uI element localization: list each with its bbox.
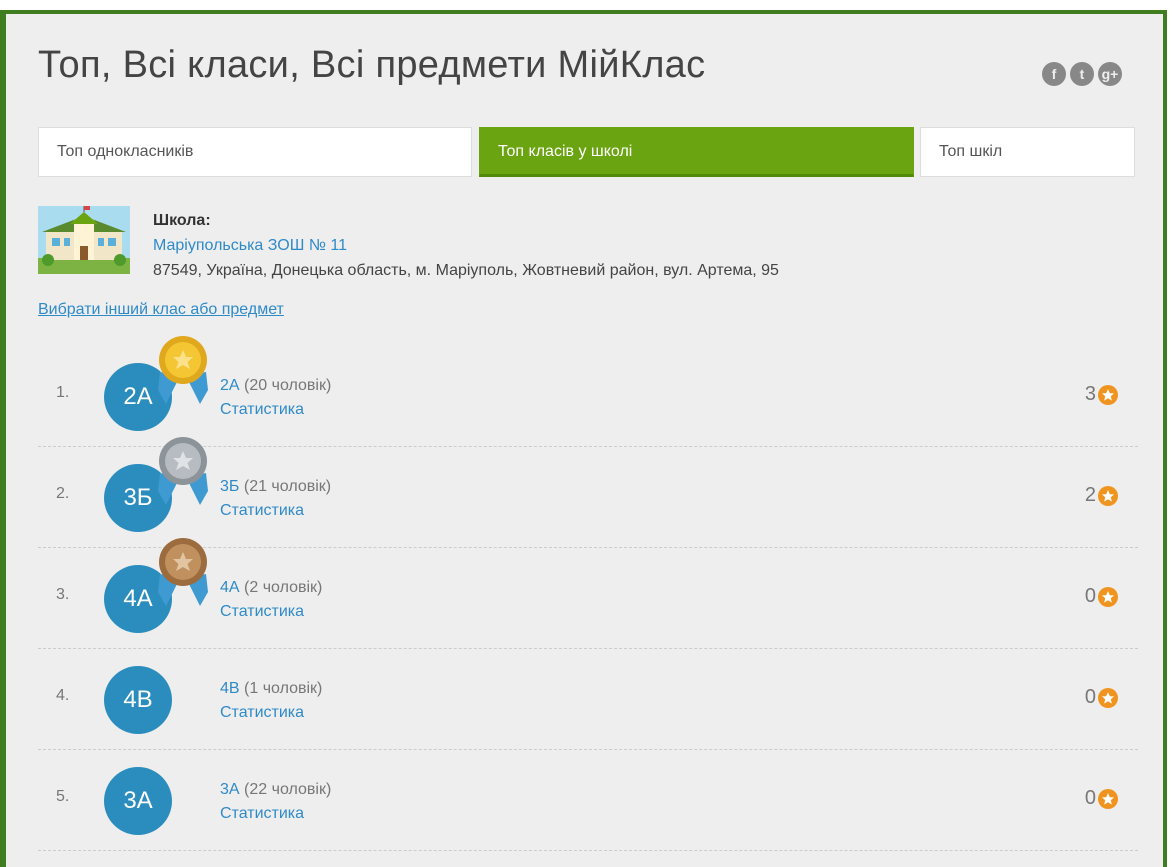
- star-icon: [1098, 586, 1118, 607]
- page-frame: Топ, Всі класи, Всі предмети МійКлас f t…: [0, 10, 1167, 867]
- school-address: 87549, Україна, Донецька область, м. Мар…: [153, 262, 779, 279]
- statistics-link[interactable]: Статистика: [220, 499, 331, 523]
- tab-classes[interactable]: Топ класів у школі: [479, 127, 914, 177]
- ranking-tabs: Топ однокласників Топ класів у школі Топ…: [38, 127, 1138, 177]
- class-people-count: (21 чоловік): [243, 478, 332, 495]
- score-value: 0: [1084, 787, 1096, 809]
- ranking-row: 2. 3Б 3Б (21 чоловік) Статистика 2: [38, 437, 1138, 548]
- class-score: 0: [1085, 686, 1118, 709]
- statistics-link[interactable]: Статистика: [220, 398, 331, 422]
- school-name-link[interactable]: Маріупольська ЗОШ № 11: [153, 237, 347, 254]
- school-card: Школа: Маріупольська ЗОШ № 11 87549, Укр…: [38, 206, 1138, 286]
- bronze-medal-icon: [158, 538, 208, 606]
- class-score: 0: [1085, 787, 1118, 810]
- star-icon: [1098, 788, 1118, 809]
- gold-medal-icon: [158, 336, 208, 404]
- rank-number: 1.: [56, 384, 70, 401]
- rank-number: 3.: [56, 586, 70, 603]
- score-value: 3: [1084, 383, 1096, 405]
- tab-schools[interactable]: Топ шкіл: [920, 127, 1135, 177]
- class-score: 2: [1085, 484, 1118, 507]
- social-links: f t g+: [1042, 62, 1122, 86]
- class-info: 4В (1 чоловік) Статистика: [220, 677, 322, 725]
- class-info: 4А (2 чоловік) Статистика: [220, 576, 322, 624]
- class-link[interactable]: 2А: [220, 377, 240, 394]
- facebook-icon[interactable]: f: [1042, 62, 1066, 86]
- class-info: 3А (22 чоловік) Статистика: [220, 778, 331, 826]
- score-value: 0: [1084, 585, 1096, 607]
- class-people-count: (20 чоловік): [244, 377, 332, 394]
- star-icon: [1098, 687, 1118, 708]
- google-plus-icon[interactable]: g+: [1098, 62, 1122, 86]
- school-info: Школа: Маріупольська ЗОШ № 11 87549, Укр…: [153, 208, 779, 283]
- class-avatar[interactable]: 3А: [104, 767, 172, 835]
- class-people-count: (2 чоловік): [244, 579, 323, 596]
- class-info: 2А (20 чоловік) Статистика: [220, 374, 331, 422]
- statistics-link[interactable]: Статистика: [220, 802, 331, 826]
- statistics-link[interactable]: Статистика: [220, 600, 322, 624]
- class-link[interactable]: 4А: [220, 579, 240, 596]
- rank-number: 4.: [56, 687, 70, 704]
- page-title: Топ, Всі класи, Всі предмети МійКлас: [38, 44, 706, 86]
- class-people-count: (22 чоловік): [244, 781, 332, 798]
- class-people-count: (1 чоловік): [244, 680, 323, 697]
- class-link[interactable]: 3А: [220, 781, 240, 798]
- silver-medal-icon: [158, 437, 208, 505]
- star-icon: [1098, 485, 1118, 506]
- rank-number: 5.: [56, 788, 70, 805]
- ranking-list: 1. 2А 2А (20 чоловік) Статистика 3 2. 3Б…: [38, 336, 1138, 851]
- class-link[interactable]: 4В: [220, 680, 240, 697]
- ranking-row: 3. 4А 4А (2 чоловік) Статистика 0: [38, 538, 1138, 649]
- school-building-icon: [38, 206, 130, 274]
- score-value: 0: [1084, 686, 1096, 708]
- score-value: 2: [1084, 484, 1096, 506]
- class-score: 0: [1085, 585, 1118, 608]
- ranking-row: 5. 3А 3А (22 чоловік) Статистика 0: [38, 750, 1138, 851]
- statistics-link[interactable]: Статистика: [220, 701, 322, 725]
- class-info: 3Б (21 чоловік) Статистика: [220, 475, 331, 523]
- tab-classmates[interactable]: Топ однокласників: [38, 127, 472, 177]
- class-score: 3: [1085, 383, 1118, 406]
- ranking-row: 1. 2А 2А (20 чоловік) Статистика 3: [38, 336, 1138, 447]
- class-avatar[interactable]: 4В: [104, 666, 172, 734]
- rank-number: 2.: [56, 485, 70, 502]
- class-link[interactable]: 3Б: [220, 478, 239, 495]
- school-label: Школа:: [153, 212, 211, 229]
- twitter-icon[interactable]: t: [1070, 62, 1094, 86]
- ranking-row: 4. 4В 4В (1 чоловік) Статистика 0: [38, 649, 1138, 750]
- choose-class-link[interactable]: Вибрати інший клас або предмет: [38, 301, 284, 319]
- star-icon: [1098, 384, 1118, 405]
